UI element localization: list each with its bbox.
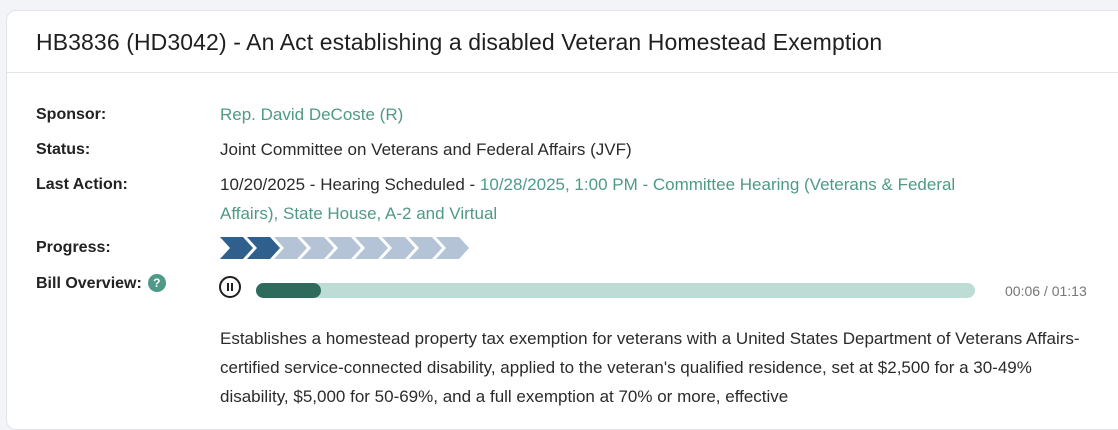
- sponsor-label: Sponsor:: [36, 106, 107, 123]
- status-label: Status:: [36, 141, 91, 158]
- status-value: Joint Committee on Veterans and Federal …: [220, 140, 632, 159]
- bill-title: HB3836 (HD3042) - An Act establishing a …: [36, 29, 883, 55]
- bill-card: HB3836 (HD3042) - An Act establishing a …: [6, 10, 1118, 430]
- bill-overview-text: Bill Overview:: [36, 275, 142, 292]
- hearing-link[interactable]: 10/28/2025, 1:00 PM - Committee Hearing …: [480, 175, 955, 194]
- pause-icon[interactable]: [219, 276, 241, 298]
- title-divider: [7, 72, 1118, 73]
- hearing-link-continued[interactable]: Affairs), State House, A-2 and Virtual: [220, 204, 497, 224]
- audio-progress-fill: [256, 283, 321, 298]
- audio-progress-track[interactable]: [256, 283, 975, 298]
- sponsor-link[interactable]: Rep. David DeCoste (R): [220, 105, 403, 125]
- last-action-label: Last Action:: [36, 176, 128, 193]
- audio-time: 00:06 / 01:13: [1005, 283, 1087, 299]
- bill-overview-body: Establishes a homestead property tax exe…: [220, 329, 1080, 406]
- progress-label: Progress:: [36, 239, 111, 256]
- progress-step-complete: [220, 237, 253, 259]
- progress-chevrons: [220, 237, 469, 259]
- help-icon[interactable]: ?: [147, 274, 166, 292]
- last-action-line1: 10/20/2025 - Hearing Scheduled - 10/28/2…: [220, 175, 955, 195]
- last-action-prefix: 10/20/2025 - Hearing Scheduled -: [220, 175, 480, 194]
- bill-overview-label: Bill Overview:?: [36, 274, 166, 293]
